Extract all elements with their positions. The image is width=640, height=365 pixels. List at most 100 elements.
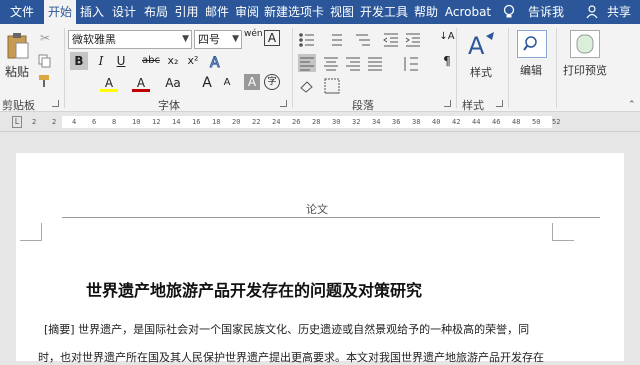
align-right-icon [346,57,360,71]
editing-label[interactable]: 编辑 [520,62,542,78]
svg-text:A: A [210,55,220,70]
tab-layout[interactable]: 布局 [140,0,172,24]
underline-button[interactable]: U [112,52,130,70]
clear-format-button[interactable]: A [264,30,280,46]
print-preview-label[interactable]: 打印预览 [563,62,607,78]
share-button[interactable]: 共享 [604,0,634,24]
ruler-tick-label: 30 [332,118,341,126]
tab-review[interactable]: 审阅 [233,0,261,24]
tab-developer[interactable]: 开发工具 [358,0,410,24]
line-spacing-icon [404,57,418,71]
tab-selector[interactable]: L [12,116,22,128]
justify-icon [368,57,382,71]
paste-icon[interactable] [6,32,30,60]
body-line: 时，也对世界遗产所在国及其人民保护世界遗产提出更高要求。本文对我国世界遗产地旅游… [38,351,544,364]
align-left-icon [298,54,316,72]
ruler-tick-label: 44 [472,118,481,126]
ruler-tick-label: 48 [512,118,521,126]
multilevel-list-icon [356,34,370,46]
print-preview-icon [576,34,594,54]
ruler-tick-label: 40 [432,118,441,126]
ruler-tick-label: 2 [52,118,57,126]
phonetic-label: wén [244,29,263,39]
editing-button[interactable] [517,30,547,58]
body-line: [摘要] 世界遗产，是国际社会对一个国家民族文化、历史遗迹或自然景观给予的一种极… [44,323,530,336]
header-rule [62,217,600,218]
subscript-button[interactable]: x₂ [164,52,182,70]
highlight-button[interactable]: A [100,74,118,92]
sort-button[interactable]: ↓A [438,28,456,46]
ruler-tick-label: 28 [312,118,321,126]
superscript-button[interactable]: x² [184,52,202,70]
horizontal-ruler[interactable]: L 2 2 4 6 8 10 12 14 16 18 20 22 24 26 28 30 32 34 36 38 40 4… [0,112,640,132]
font-name-select[interactable]: 微软雅黑 ▼ [68,30,192,49]
italic-button[interactable]: I [92,52,110,70]
paragraph-group-label: 段落 [352,99,374,112]
tell-me-search[interactable]: 告诉我 [526,0,566,24]
ruler-tick-label: 2 [32,118,37,126]
divider [556,28,557,108]
paste-label[interactable]: 粘贴 [5,63,29,80]
ruler-tick-label: 12 [152,118,161,126]
ruler-tick-label: 16 [192,118,201,126]
styles-launcher[interactable] [496,100,503,107]
clipboard-launcher[interactable] [52,100,59,107]
ruler-tick-label: 8 [112,118,117,126]
cut-icon[interactable]: ✂ [36,29,54,47]
tab-design[interactable]: 设计 [108,0,140,24]
collapse-ribbon-icon[interactable]: ⌃ [628,100,636,110]
ruler-tick-label: 52 [552,118,561,126]
paragraph-launcher[interactable] [444,100,451,107]
format-painter-icon[interactable] [38,74,52,88]
font-color-button[interactable]: A [132,74,150,92]
numbering-icon [332,34,342,46]
tab-references[interactable]: 引用 [172,0,201,24]
tab-home[interactable]: 开始 [44,0,76,24]
ruler-tick-label: 20 [232,118,241,126]
ruler-tick-label: 46 [492,118,501,126]
shrink-font-button[interactable]: A [218,74,236,92]
tab-file[interactable]: 文件 [0,0,44,24]
decrease-indent-icon [383,33,398,47]
divider [456,28,457,108]
margin-corner-mark [552,223,574,241]
header-text: 论文 [306,203,328,216]
borders-icon [324,78,340,94]
show-marks-button[interactable]: ¶ [438,52,456,70]
person-share-icon[interactable] [586,5,600,19]
clear-format-label: A [267,31,277,45]
lightbulb-icon[interactable] [503,4,515,20]
tab-help[interactable]: 帮助 [412,0,440,24]
tab-insert[interactable]: 插入 [76,0,108,24]
print-preview-button[interactable] [570,30,600,58]
align-center-icon [324,57,338,71]
bullets-icon [299,33,314,47]
ruler-tick-label: 50 [532,118,541,126]
text-effects-icon[interactable]: A [208,54,226,71]
bold-button[interactable]: B [70,52,88,70]
font-launcher[interactable] [280,100,287,107]
ruler-tick-label: 24 [272,118,281,126]
strikethrough-button[interactable]: abc [140,52,162,70]
enclose-characters-button[interactable]: 字 [264,74,280,90]
ruler-tick-label: 38 [412,118,421,126]
change-case-button[interactable]: Aa [162,74,184,92]
svg-text:A: A [468,32,485,60]
ruler-tick-label: 4 [72,118,77,126]
copy-icon[interactable] [38,54,52,68]
grow-font-button[interactable]: A [198,74,216,92]
phonetic-guide-button[interactable]: wén [244,29,263,47]
tab-mailings[interactable]: 邮件 [201,0,233,24]
font-size-value: 四号 [198,33,220,46]
styles-label[interactable]: 样式 [470,64,492,80]
tab-view[interactable]: 视图 [328,0,356,24]
divider [64,28,65,108]
styles-icon[interactable]: A [466,30,496,62]
tab-new-tab[interactable]: 新建选项卡 [262,0,326,24]
ruler-tick-label: 22 [252,118,261,126]
tab-acrobat[interactable]: Acrobat [443,0,493,24]
ruler-tick-label: 42 [452,118,461,126]
character-shading-button[interactable]: A [244,74,260,90]
document-page[interactable]: 论文 世界遗产地旅游产品开发存在的问题及对策研究 [摘要] 世界遗产，是国际社会… [16,153,624,364]
font-size-select[interactable]: 四号 ▼ [194,30,242,49]
